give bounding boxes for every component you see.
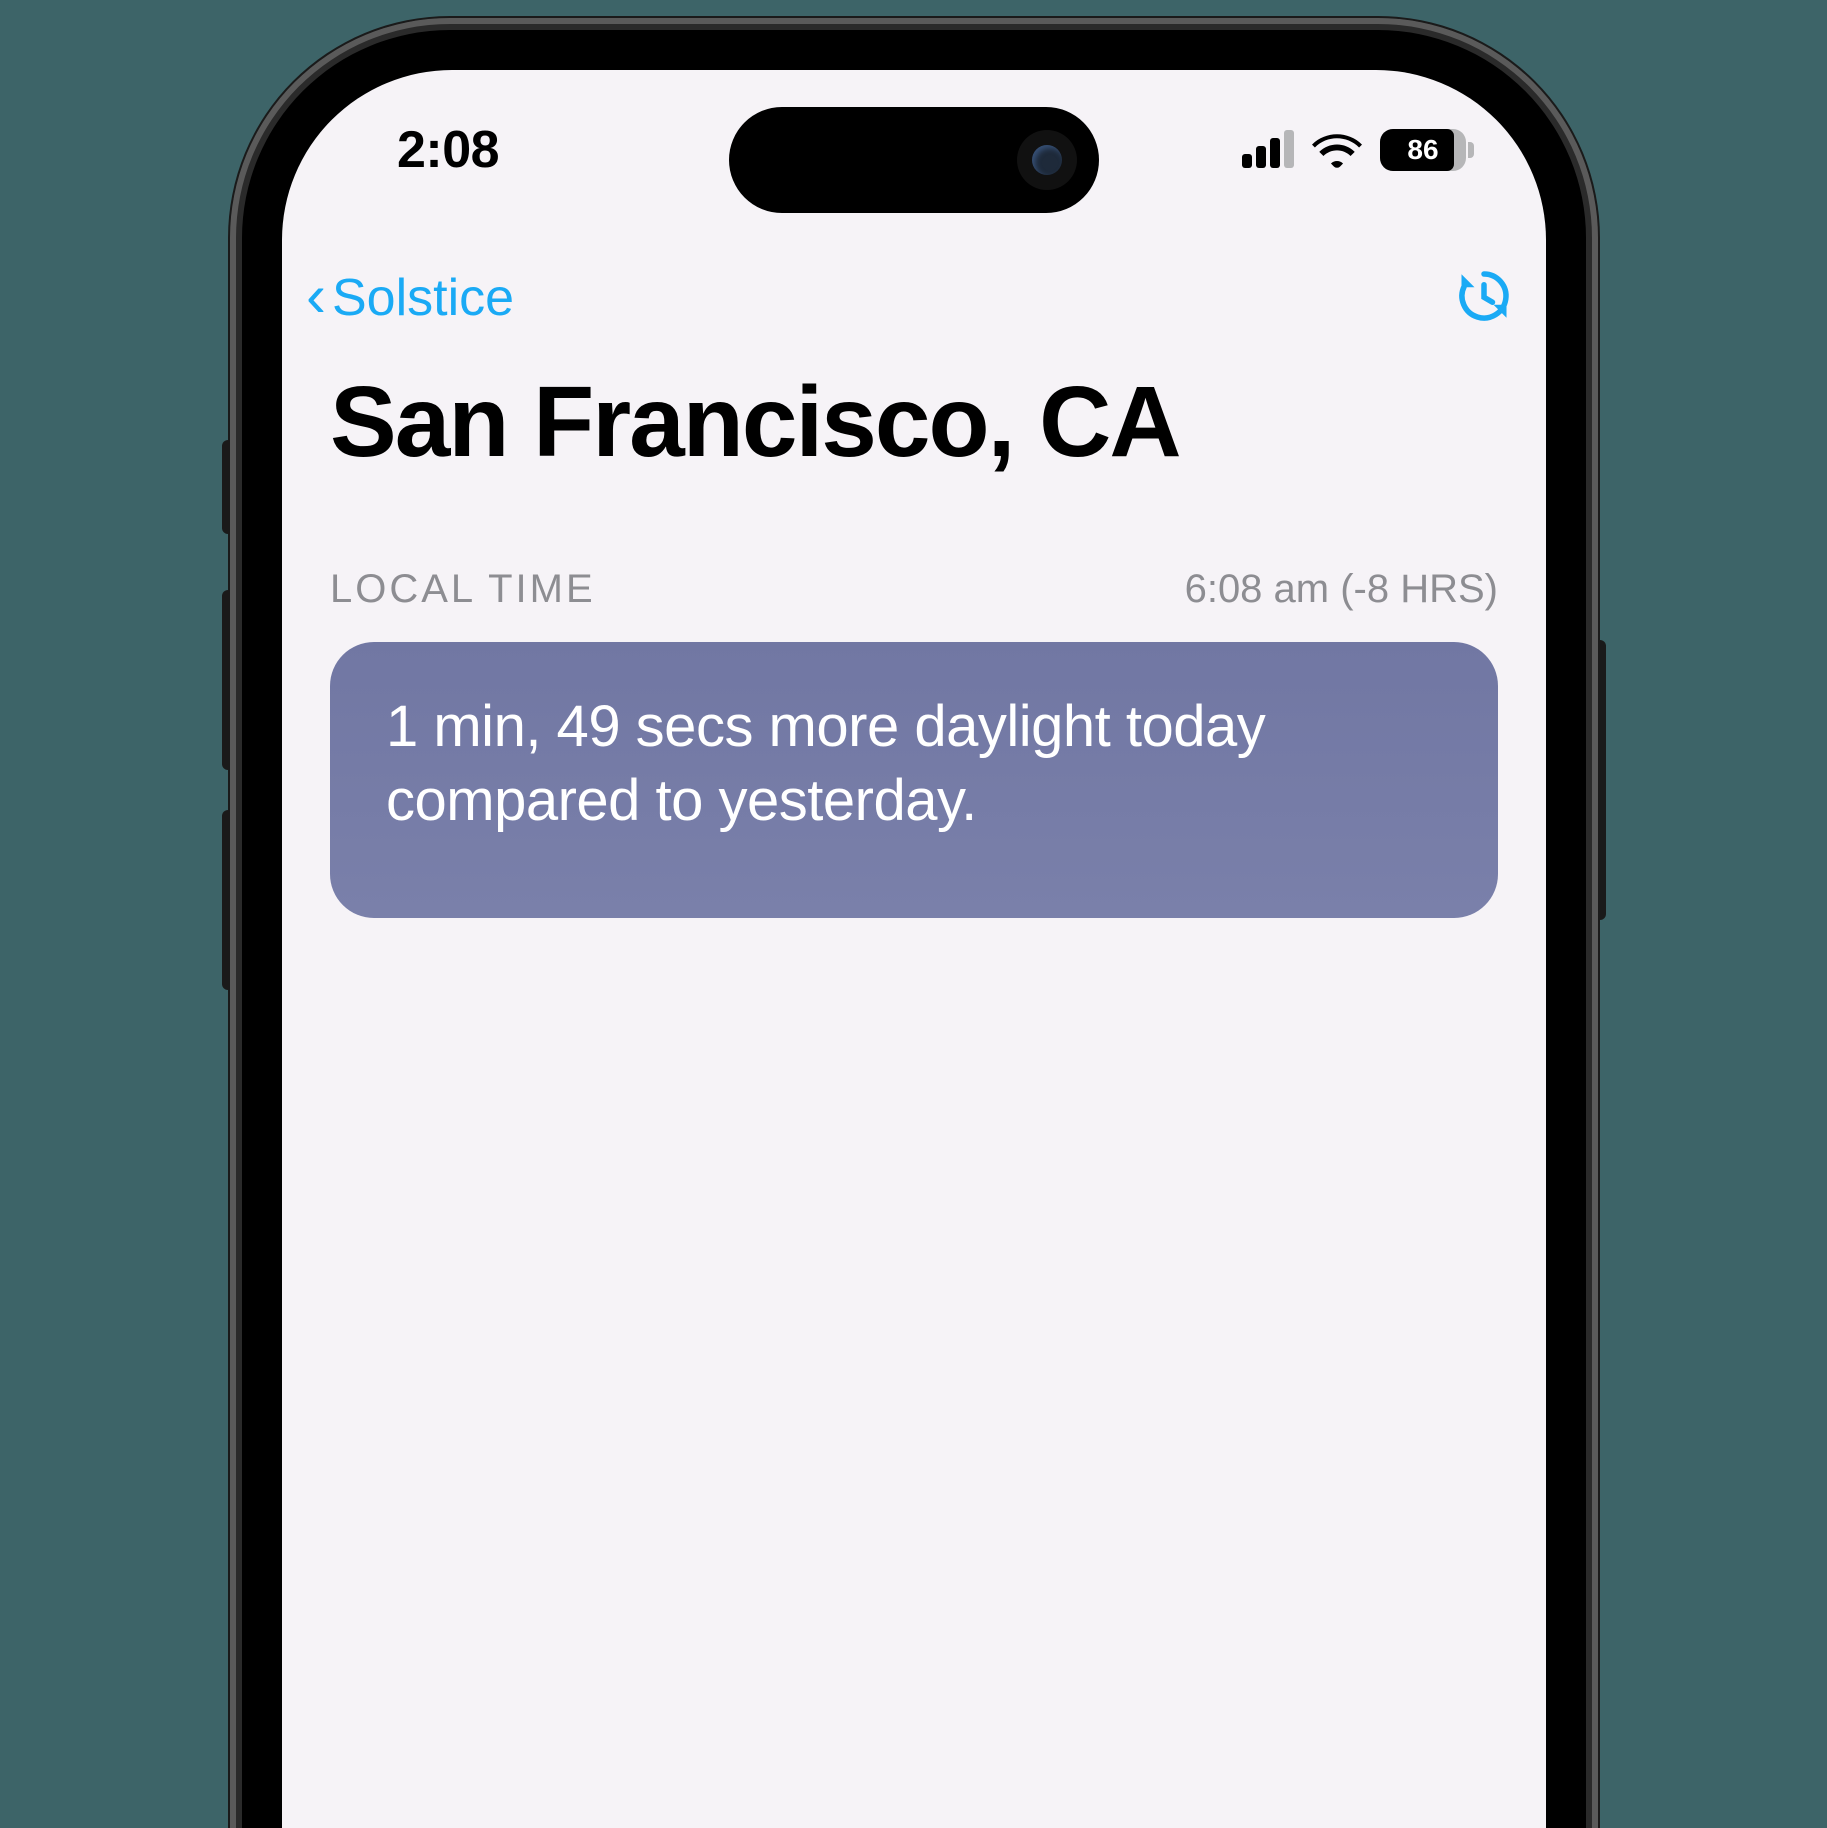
page-title: San Francisco, CA (330, 370, 1498, 475)
local-time-label: LOCAL TIME (330, 567, 596, 612)
main-content: San Francisco, CA LOCAL TIME 6:08 am (-8… (282, 370, 1546, 918)
device-frame: 2:08 86 (230, 18, 1598, 1828)
front-camera-lens (1032, 145, 1062, 175)
back-label: Solstice (332, 268, 514, 328)
local-time-value: 6:08 am (-8 HRS) (1185, 567, 1498, 612)
nav-bar: ‹ Solstice (282, 248, 1546, 348)
wifi-icon (1312, 131, 1362, 169)
daylight-message: 1 min, 49 secs more daylight today compa… (386, 690, 1442, 838)
battery-percent: 86 (1380, 134, 1466, 166)
time-travel-button[interactable] (1454, 266, 1514, 331)
local-time-row: LOCAL TIME 6:08 am (-8 HRS) (330, 567, 1498, 612)
screen: 2:08 86 (282, 70, 1546, 1828)
front-camera (1017, 130, 1077, 190)
dynamic-island (729, 107, 1099, 213)
status-right-cluster: 86 (1242, 129, 1466, 171)
status-time: 2:08 (397, 120, 499, 180)
back-button[interactable]: ‹ Solstice (306, 268, 514, 328)
chevron-left-icon: ‹ (306, 266, 326, 326)
battery-indicator: 86 (1380, 129, 1466, 171)
cellular-signal-icon (1242, 132, 1294, 168)
daylight-card: 1 min, 49 secs more daylight today compa… (330, 642, 1498, 918)
clock-history-icon (1454, 266, 1514, 326)
